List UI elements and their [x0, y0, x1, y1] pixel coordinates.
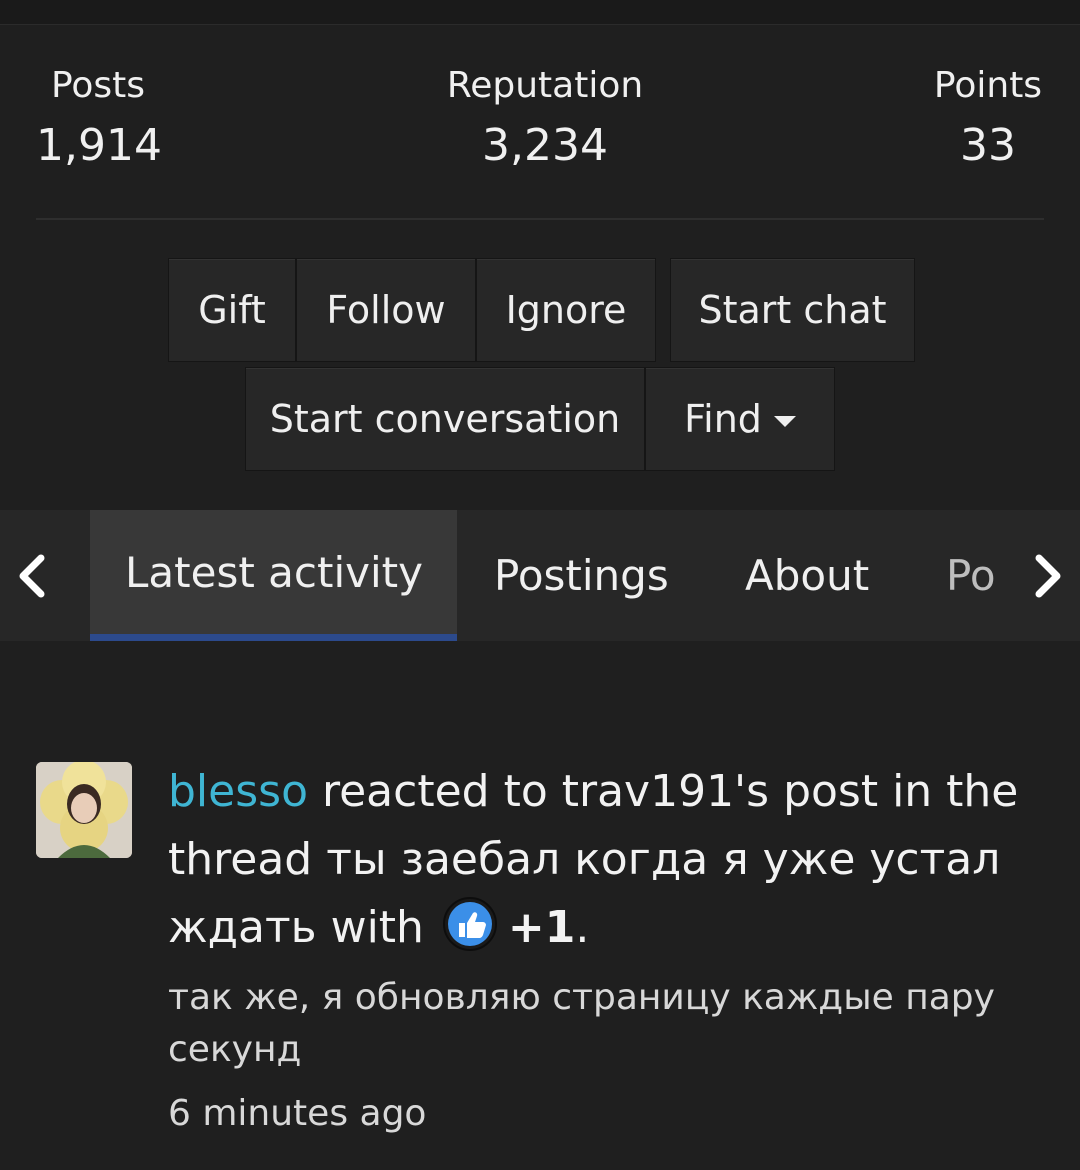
tab-postings[interactable]: Postings — [494, 510, 669, 641]
stat-reputation-label: Reputation — [446, 65, 644, 106]
activity-timestamp[interactable]: 6 minutes ago — [168, 1088, 1048, 1140]
reaction-label: +1 — [507, 902, 576, 953]
stat-points[interactable]: Points 33 — [920, 58, 1056, 178]
stat-reputation[interactable]: Reputation 3,234 — [420, 58, 670, 178]
tab-partial[interactable]: Po — [946, 510, 996, 641]
stat-posts-label: Posts — [50, 65, 146, 106]
stat-points-label: Points — [933, 65, 1043, 106]
start-conversation-button[interactable]: Start conversation — [245, 367, 645, 471]
headline-period: . — [575, 902, 590, 953]
caret-down-icon — [773, 415, 796, 427]
stat-posts[interactable]: Posts 1,914 — [36, 58, 162, 178]
tabs-prev-button[interactable] — [2, 510, 62, 641]
tab-latest-activity[interactable]: Latest activity — [90, 510, 457, 641]
activity-content: blesso reacted to trav191's post in the … — [168, 758, 1048, 1140]
ignore-button[interactable]: Ignore — [476, 258, 656, 362]
tabs-next-button[interactable] — [1018, 510, 1078, 641]
activity-headline: blesso reacted to trav191's post in the … — [168, 758, 1048, 962]
stat-posts-value: 1,914 — [36, 120, 162, 171]
stat-reputation-value: 3,234 — [482, 120, 608, 171]
top-strip — [0, 0, 1080, 25]
thumbs-up-icon — [442, 897, 497, 951]
chevron-right-icon — [1035, 554, 1061, 597]
post-snippet: так же, я обновляю страницу каждые пару … — [168, 977, 995, 1070]
profile-tabs: Latest activity Postings About Po — [0, 510, 1080, 641]
start-chat-button[interactable]: Start chat — [670, 258, 915, 362]
member-stats: Posts 1,914 Reputation 3,234 Points 33 — [0, 58, 1080, 188]
action-buttons-row-2: Start conversation Find — [245, 367, 835, 471]
with-text: with — [316, 902, 438, 953]
gift-button[interactable]: Gift — [168, 258, 296, 362]
avatar[interactable] — [36, 762, 132, 858]
follow-button[interactable]: Follow — [296, 258, 476, 362]
stat-points-value: 33 — [960, 120, 1016, 171]
find-label: Find — [684, 397, 762, 441]
action-buttons-row-1: Gift Follow Ignore Start chat — [168, 258, 915, 362]
username-link[interactable]: blesso — [168, 766, 308, 817]
tab-about[interactable]: About — [745, 510, 869, 641]
chevron-left-icon — [19, 554, 45, 597]
divider — [36, 218, 1044, 220]
find-button[interactable]: Find — [645, 367, 835, 471]
